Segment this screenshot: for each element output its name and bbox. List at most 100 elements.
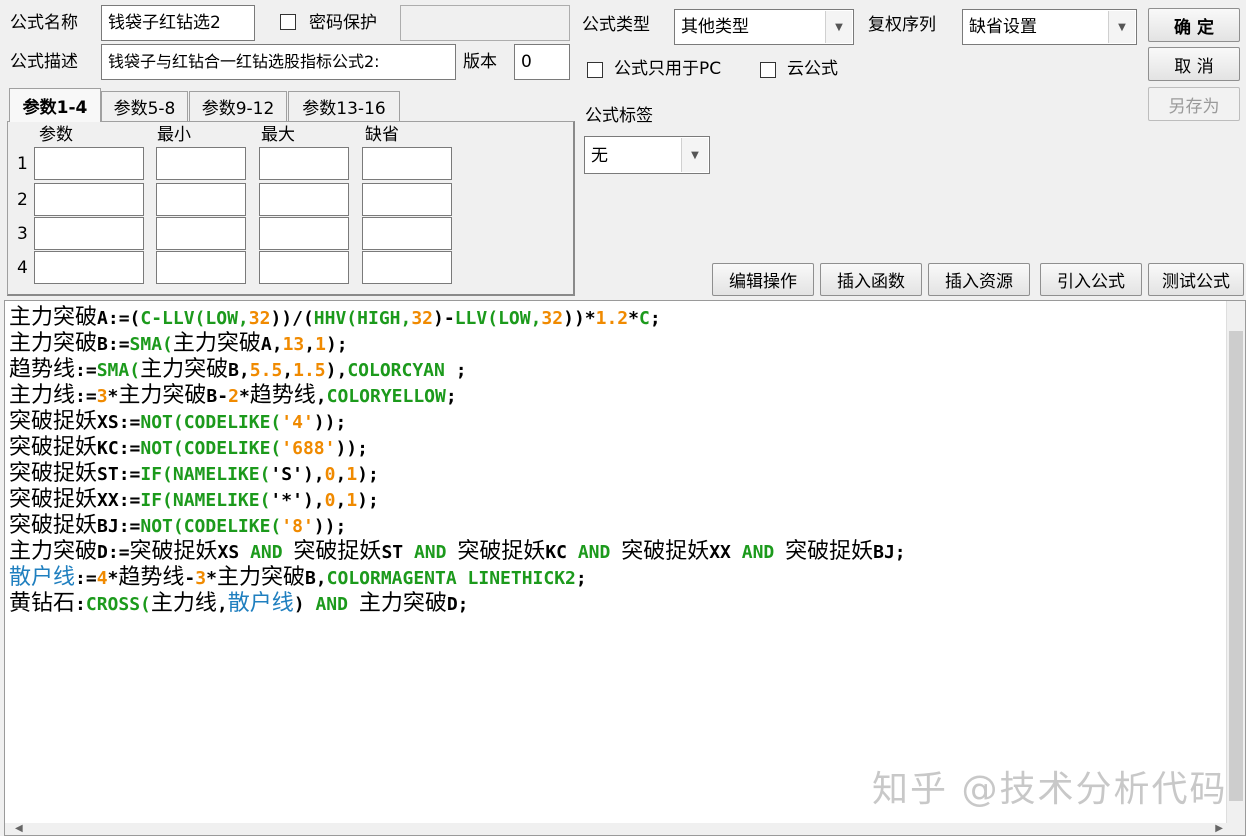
code-token: AND — [413, 542, 458, 563]
code-token: , — [304, 334, 316, 355]
code-token: A:=( — [97, 308, 141, 329]
scrollbar-thumb[interactable] — [1229, 331, 1243, 801]
code-token: 主力突破 — [9, 305, 98, 330]
code-token: 1 — [315, 334, 326, 355]
import-formula-button[interactable]: 引入公式 — [1040, 263, 1142, 296]
insert-resource-button[interactable]: 插入资源 — [928, 263, 1030, 296]
code-token: 突破捉妖 — [621, 539, 710, 564]
code-token: * — [238, 386, 250, 407]
pc-only-checkbox[interactable] — [587, 62, 603, 78]
params-panel: 参数 最小 最大 缺省 1 2 3 4 — [7, 121, 575, 296]
edit-ops-button[interactable]: 编辑操作 — [712, 263, 814, 296]
code-token: )); — [313, 516, 347, 537]
vertical-scrollbar[interactable] — [1226, 301, 1245, 835]
code-token: ST:= — [97, 464, 141, 485]
param-3-max-input[interactable] — [259, 217, 349, 250]
code-token: XX — [709, 542, 742, 563]
horizontal-scrollbar[interactable]: ◀ ▶ — [5, 823, 1227, 835]
formula-editor[interactable]: 主力突破A:=(C-LLV(LOW,32))/(HHV(HIGH,32)-LLV… — [4, 300, 1246, 836]
param-1-min-input[interactable] — [156, 147, 246, 180]
code-token: ); — [325, 334, 348, 355]
code-token: 趋势线 — [118, 565, 185, 590]
code-token: B- — [206, 386, 229, 407]
insert-function-button[interactable]: 插入函数 — [820, 263, 922, 296]
param-row-number: 3 — [17, 224, 28, 244]
code-token: , — [216, 594, 228, 615]
code-token: BJ:= — [97, 516, 141, 537]
code-token: * — [107, 386, 119, 407]
type-select-value: 其他类型 — [681, 17, 749, 37]
code-token: 主力突破 — [9, 539, 98, 564]
param-3-min-input[interactable] — [156, 217, 246, 250]
param-1-name-input[interactable] — [34, 147, 144, 180]
param-2-max-input[interactable] — [259, 183, 349, 216]
code-line: 突破捉妖XS:=NOT(CODELIKE('4')); — [9, 409, 906, 435]
param-3-name-input[interactable] — [34, 217, 144, 250]
code-token: 1.5 — [293, 360, 326, 381]
param-4-name-input[interactable] — [34, 251, 144, 284]
code-token: CROSS( — [85, 594, 151, 615]
code-line: 主力突破A:=(C-LLV(LOW,32))/(HHV(HIGH,32)-LLV… — [9, 305, 906, 331]
cancel-button[interactable]: 取 消 — [1148, 47, 1240, 81]
param-1-default-input[interactable] — [362, 147, 452, 180]
code-token: 散户线 — [227, 591, 294, 616]
code-token: := — [75, 568, 97, 589]
code-token: 趋势线 — [9, 357, 76, 382]
code-token: 4 — [96, 568, 108, 589]
ok-button[interactable]: 确 定 — [1148, 8, 1240, 42]
code-token: 'S' — [270, 464, 303, 485]
param-3-default-input[interactable] — [362, 217, 452, 250]
scroll-left-icon[interactable]: ◀ — [15, 823, 23, 834]
code-token: 主力突破 — [358, 591, 447, 616]
code-token: 0 — [324, 464, 336, 485]
tab-params-9-12[interactable]: 参数9-12 — [189, 91, 287, 121]
tab-params-1-4[interactable]: 参数1-4 — [9, 88, 101, 122]
code-line: 趋势线:=SMA(主力突破B,5.5,1.5),COLORCYAN ; — [9, 357, 906, 383]
name-input[interactable]: 钱袋子红钻选2 — [101, 5, 255, 41]
desc-label: 公式描述 — [10, 52, 78, 72]
param-2-min-input[interactable] — [156, 183, 246, 216]
cloud-checkbox[interactable] — [760, 62, 776, 78]
chevron-down-icon[interactable]: ▼ — [681, 138, 708, 172]
scroll-right-icon[interactable]: ▶ — [1215, 823, 1223, 834]
chevron-down-icon[interactable]: ▼ — [825, 11, 852, 43]
code-token: D:= — [97, 542, 130, 563]
code-token: 突破捉妖 — [9, 435, 98, 460]
param-4-max-input[interactable] — [259, 251, 349, 284]
code-token: 主力突破 — [118, 383, 207, 408]
code-token: ; — [575, 568, 587, 589]
test-formula-button[interactable]: 测试公式 — [1148, 263, 1244, 296]
code-token: , — [335, 490, 347, 511]
param-4-min-input[interactable] — [156, 251, 246, 284]
param-1-max-input[interactable] — [259, 147, 349, 180]
code-token: , — [315, 386, 327, 407]
tag-select[interactable]: 无 ▼ — [584, 136, 710, 174]
code-token: := — [75, 360, 97, 381]
tab-params-13-16[interactable]: 参数13-16 — [288, 91, 400, 121]
param-4-default-input[interactable] — [362, 251, 452, 284]
tab-params-5-8[interactable]: 参数5-8 — [101, 91, 188, 121]
code-token: 散户线 — [9, 565, 76, 590]
version-input[interactable]: 0 — [514, 44, 570, 80]
password-checkbox[interactable] — [280, 14, 296, 30]
code-token: NOT(CODELIKE( — [140, 516, 282, 537]
code-token: 突破捉妖 — [9, 409, 98, 434]
type-select[interactable]: 其他类型 ▼ — [674, 9, 854, 45]
desc-input[interactable]: 钱袋子与红钻合一红钻选股指标公式2: — [101, 44, 456, 80]
code-line: 主力突破D:=突破捉妖XS AND 突破捉妖ST AND 突破捉妖KC AND … — [9, 539, 906, 565]
param-2-default-input[interactable] — [362, 183, 452, 216]
param-2-name-input[interactable] — [34, 183, 144, 216]
code-token: C — [638, 308, 650, 329]
code-token: ; — [444, 360, 467, 381]
code-token: : — [75, 594, 86, 615]
code-token: B, — [304, 568, 327, 589]
code-token: 主力线 — [150, 591, 217, 616]
rights-select[interactable]: 缺省设置 ▼ — [962, 9, 1137, 45]
code-line: 散户线:=4*趋势线-3*主力突破B,COLORMAGENTA LINETHIC… — [9, 565, 906, 591]
chevron-down-icon[interactable]: ▼ — [1108, 11, 1135, 43]
code-token: 主力突破 — [172, 331, 261, 356]
code-token: 13 — [282, 334, 305, 355]
code-token: COLORMAGENTA LINETHICK2 — [326, 568, 576, 589]
code-token: 趋势线 — [249, 383, 316, 408]
code-token: 主力突破 — [216, 565, 305, 590]
